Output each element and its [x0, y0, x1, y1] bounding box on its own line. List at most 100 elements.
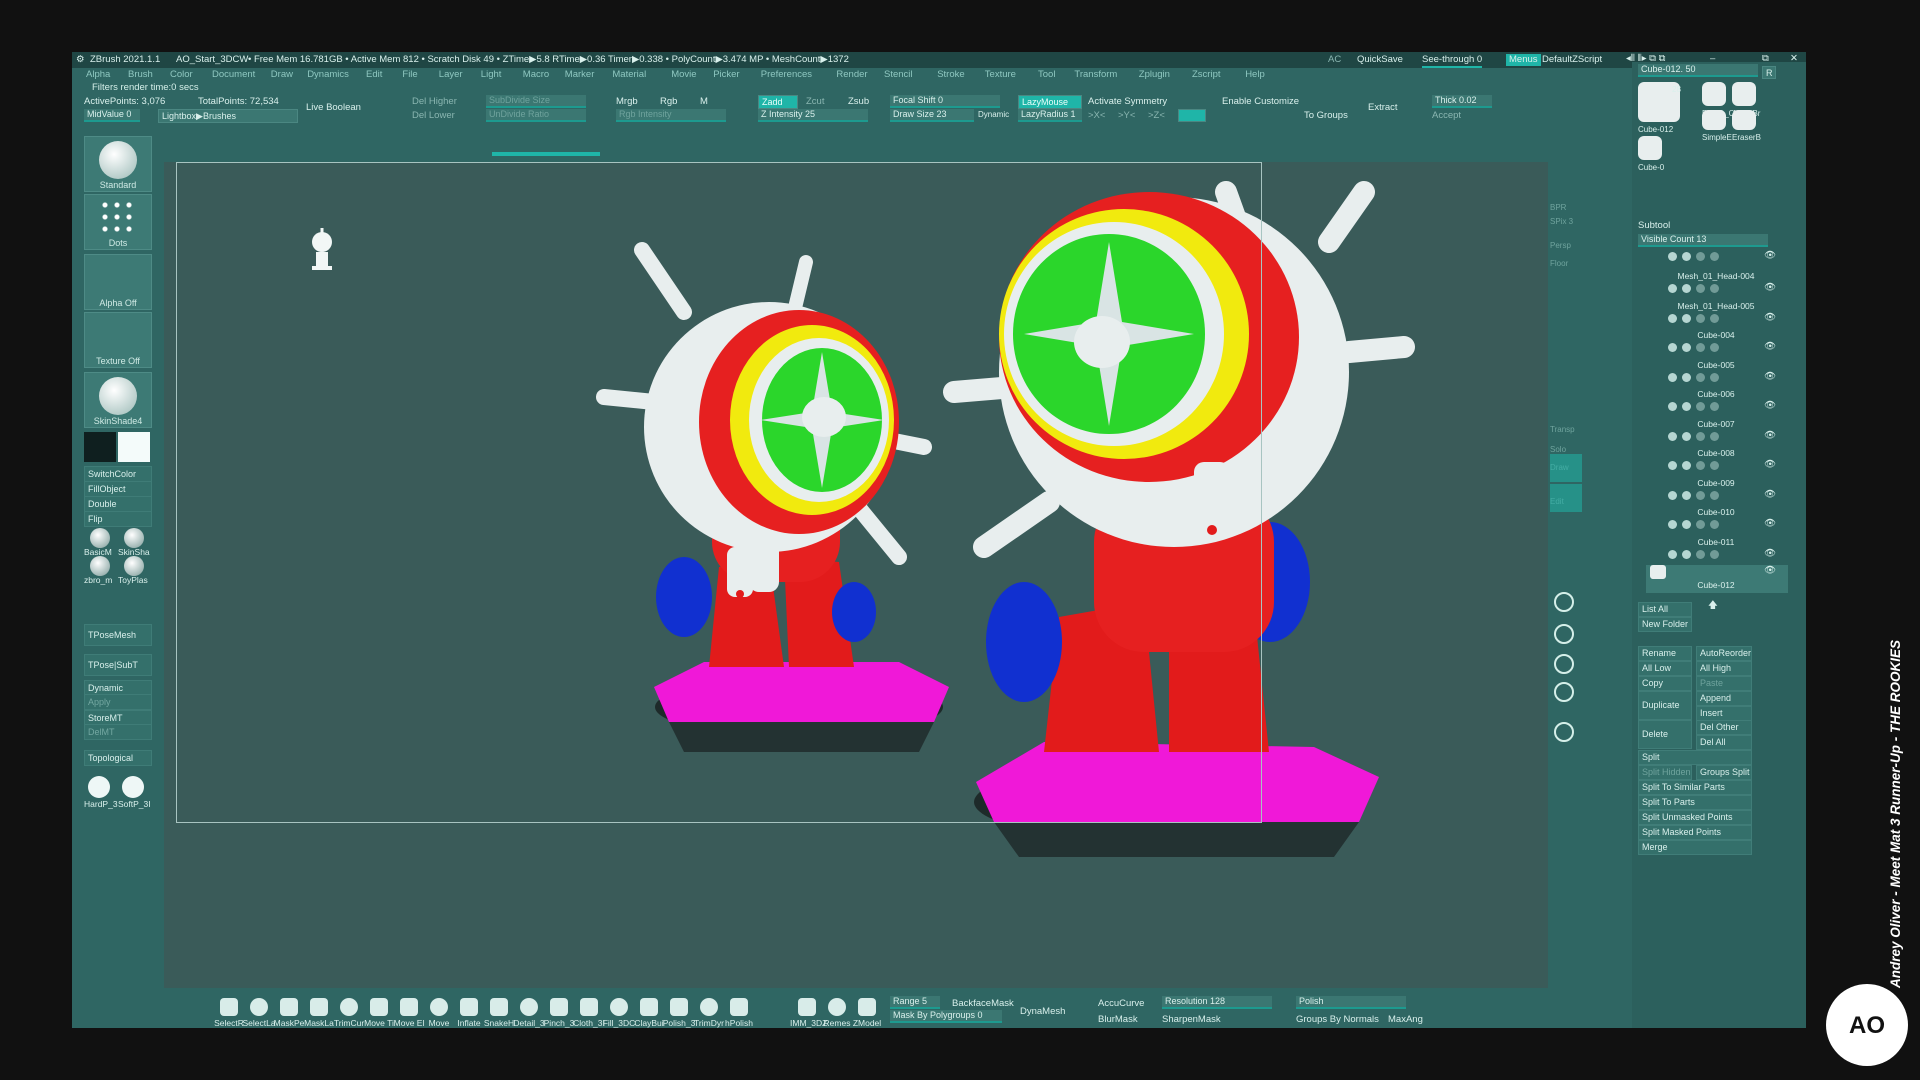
- menu-zscript[interactable]: Zscript: [1192, 69, 1221, 81]
- tray-gizmo-icon[interactable]: [1554, 592, 1574, 612]
- menu-render[interactable]: Render: [836, 69, 867, 81]
- activate-symmetry-button[interactable]: Activate Symmetry: [1088, 96, 1167, 108]
- subtool-toggle-icon[interactable]: [1668, 284, 1677, 293]
- all-high-button[interactable]: All High: [1696, 661, 1752, 676]
- brush-trimdyr-button[interactable]: TrimDyr: [694, 998, 724, 1028]
- topological-button[interactable]: Topological: [84, 750, 152, 766]
- split-hidden-button[interactable]: Split Hidden: [1638, 765, 1692, 780]
- subtool-toggle-icon[interactable]: [1682, 549, 1691, 559]
- backface-mask-button[interactable]: BackfaceMask: [952, 998, 1014, 1010]
- autoreorder-button[interactable]: AutoReorder: [1696, 646, 1752, 661]
- subtool-toggle-icon[interactable]: [1682, 343, 1691, 352]
- subtool-toggle-icon[interactable]: [1668, 490, 1677, 500]
- subtool-toggle-icon[interactable]: [1710, 520, 1719, 529]
- lightbox-brushes-button[interactable]: Lightbox▶Brushes: [158, 109, 298, 123]
- left-tile-alpha-off[interactable]: Alpha Off: [84, 254, 152, 310]
- subtool-toggle-icon[interactable]: [1710, 372, 1719, 382]
- tool-name-slider[interactable]: Cube-012. 50: [1638, 64, 1758, 77]
- insert-button[interactable]: Insert: [1696, 706, 1752, 721]
- subtool-header[interactable]: Subtool: [1638, 220, 1670, 232]
- brush-maskpe-button[interactable]: MaskPe: [274, 998, 304, 1028]
- tray-gizmo-icon[interactable]: [1554, 654, 1574, 674]
- zsub-button[interactable]: Zsub: [848, 96, 869, 108]
- tray-persp-button[interactable]: Persp: [1550, 240, 1571, 252]
- list-all-button[interactable]: List All: [1638, 602, 1692, 617]
- r-button[interactable]: R: [1762, 66, 1776, 79]
- tray-spix-3-button[interactable]: SPix 3: [1550, 216, 1573, 228]
- append-button[interactable]: Append: [1696, 691, 1752, 706]
- subtool-toggle-icon[interactable]: [1710, 343, 1719, 352]
- subtool-row[interactable]: Cube-004 👁: [1646, 329, 1788, 357]
- subtool-toggle-icon[interactable]: [1668, 549, 1677, 559]
- sym-y-button[interactable]: >Y<: [1118, 110, 1135, 122]
- symmetry-mode-button[interactable]: [1178, 109, 1206, 122]
- secondary-color-swatch[interactable]: [118, 432, 150, 462]
- menu-alpha[interactable]: Alpha: [86, 69, 110, 81]
- arrow-up-icon[interactable]: 🡅: [1708, 600, 1718, 612]
- del-other-button[interactable]: Del Other: [1696, 720, 1752, 735]
- tool-thumb-simplee-icon[interactable]: [1702, 110, 1726, 130]
- subtool-toggle-icon[interactable]: [1710, 490, 1719, 500]
- subtool-row-top[interactable]: 👁: [1646, 250, 1786, 264]
- tool-thumb-cube-0-icon[interactable]: [1638, 136, 1662, 160]
- dynamic-button[interactable]: Dynamic: [978, 109, 1009, 121]
- accept-button[interactable]: Accept: [1432, 110, 1461, 122]
- split-parts-button[interactable]: Split To Parts: [1638, 795, 1752, 810]
- subtool-toggle-icon[interactable]: [1710, 549, 1719, 559]
- subtool-toggle-icon[interactable]: [1696, 313, 1705, 323]
- blurmask-button[interactable]: BlurMask: [1098, 1014, 1138, 1026]
- range-slider[interactable]: Range 5: [890, 996, 940, 1009]
- sym-z-button[interactable]: >Z<: [1148, 110, 1165, 122]
- subtool-row[interactable]: Mesh_01_Head-005 👁: [1646, 300, 1788, 328]
- menu-draw[interactable]: Draw: [271, 69, 293, 81]
- subtool-toggle-icon[interactable]: [1710, 431, 1719, 441]
- focal-shift-slider[interactable]: Focal Shift 0: [890, 95, 1000, 108]
- tool-thumb-pm3d-c-icon[interactable]: [1702, 82, 1726, 106]
- primary-color-swatch[interactable]: [84, 432, 116, 462]
- subtool-toggle-icon[interactable]: [1682, 284, 1691, 293]
- subtool-toggle-icon[interactable]: [1682, 461, 1691, 470]
- tool-thumb-eraserb-icon[interactable]: [1732, 110, 1756, 130]
- menu-dynamics[interactable]: Dynamics: [307, 69, 349, 81]
- enable-customize-button[interactable]: Enable Customize: [1222, 96, 1299, 108]
- subtool-toggle-icon[interactable]: [1696, 549, 1705, 559]
- menu-light[interactable]: Light: [481, 69, 502, 81]
- zadd-button[interactable]: Zadd: [758, 95, 798, 109]
- brush-snakeh-button[interactable]: SnakeH: [484, 998, 514, 1028]
- subtool-toggle-icon[interactable]: [1696, 372, 1705, 382]
- brush-hpolish-button[interactable]: hPolish: [724, 998, 753, 1028]
- subtool-toggle-icon[interactable]: [1682, 490, 1691, 500]
- menu-texture[interactable]: Texture: [985, 69, 1016, 81]
- brush-polish-3-button[interactable]: Polish_3: [663, 998, 695, 1028]
- hardp-3-brush-icon[interactable]: [88, 776, 110, 798]
- m-button[interactable]: M: [700, 96, 708, 108]
- flip-button[interactable]: Flip: [84, 511, 152, 527]
- brush-cloth-3i-button[interactable]: Cloth_3I: [573, 998, 605, 1028]
- subtool-row[interactable]: Cube-010 👁: [1646, 506, 1788, 534]
- menu-macro[interactable]: Macro: [523, 69, 549, 81]
- lazyradius-slider[interactable]: LazyRadius 1: [1018, 109, 1082, 122]
- accucurve-button[interactable]: AccuCurve: [1098, 998, 1144, 1010]
- duplicate-button[interactable]: Duplicate: [1638, 691, 1692, 720]
- eye-icon[interactable]: 👁: [1764, 341, 1776, 353]
- subtool-toggle-icon[interactable]: [1668, 520, 1677, 529]
- split-unmasked-button[interactable]: Split Unmasked Points: [1638, 810, 1752, 825]
- eye-icon[interactable]: 👁: [1764, 459, 1776, 471]
- tray-floor-button[interactable]: Floor: [1550, 258, 1568, 270]
- subtool-toggle-icon[interactable]: [1668, 402, 1677, 411]
- default-zscript-button[interactable]: DefaultZScript: [1542, 54, 1602, 66]
- subtool-toggle-icon[interactable]: [1668, 252, 1677, 261]
- subtool-toggle-icon[interactable]: [1682, 402, 1691, 411]
- subtool-toggle-icon[interactable]: [1682, 372, 1691, 382]
- menu-zplugin[interactable]: Zplugin: [1139, 69, 1170, 81]
- subtool-toggle-icon[interactable]: [1710, 461, 1719, 470]
- mrgb-button[interactable]: Mrgb: [616, 96, 638, 108]
- subtool-toggle-icon[interactable]: [1682, 520, 1691, 529]
- zcut-button[interactable]: Zcut: [806, 96, 824, 108]
- subtool-row[interactable]: Cube-005 👁: [1646, 359, 1788, 387]
- split-similar-button[interactable]: Split To Similar Parts: [1638, 780, 1752, 795]
- see-through-slider[interactable]: See-through 0: [1422, 54, 1483, 68]
- material-zbro-m-icon[interactable]: [90, 556, 110, 576]
- subtool-row[interactable]: Cube-009 👁: [1646, 477, 1788, 505]
- dynamesh-button[interactable]: DynaMesh: [1020, 1006, 1065, 1018]
